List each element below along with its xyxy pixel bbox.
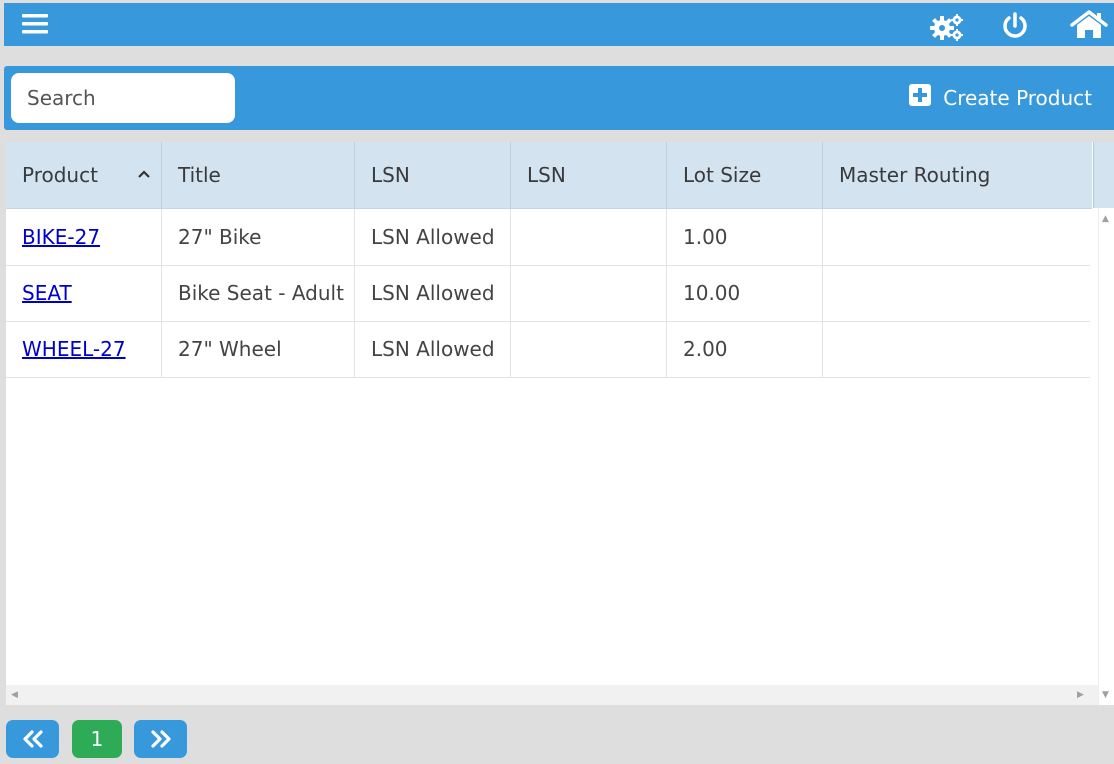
column-header-master-routing[interactable]: Master Routing: [823, 142, 1092, 208]
table-header: Product Title LSN LSN Lot Size Master Ro…: [6, 142, 1092, 209]
next-page-button[interactable]: [134, 720, 187, 758]
scroll-down-arrow-icon[interactable]: ▼: [1102, 690, 1109, 700]
scroll-right-arrow-icon[interactable]: ▶: [1077, 690, 1084, 700]
scroll-left-arrow-icon[interactable]: ◀: [11, 690, 18, 700]
product-cell: BIKE-27: [6, 209, 162, 265]
search-input[interactable]: [11, 73, 235, 123]
column-header-title[interactable]: Title: [162, 142, 355, 208]
master-routing-cell: [823, 265, 1090, 321]
column-header-product[interactable]: Product: [6, 142, 162, 208]
settings-icon[interactable]: [928, 12, 966, 42]
list-toolbar: Create Product: [4, 66, 1114, 130]
menu-icon[interactable]: [22, 13, 48, 35]
product-link[interactable]: SEAT: [22, 281, 72, 305]
product-link[interactable]: BIKE-27: [22, 225, 100, 249]
lsn-cell: LSN Allowed: [355, 209, 511, 265]
plus-square-icon: [909, 84, 932, 106]
products-table: Product Title LSN LSN Lot Size Master Ro…: [6, 142, 1114, 705]
column-header-lsn[interactable]: LSN: [355, 142, 511, 208]
top-navigation-bar: [4, 3, 1114, 46]
header-scrollbar-cap: [1093, 142, 1114, 208]
master-routing-cell: [823, 321, 1090, 377]
product-link[interactable]: WHEEL-27: [22, 337, 126, 361]
lsn-cell: LSN Allowed: [355, 265, 511, 321]
table-row: WHEEL-27 27" Wheel LSN Allowed 2.00: [6, 321, 1090, 378]
product-cell: SEAT: [6, 265, 162, 321]
lsn-2-cell: [511, 321, 667, 377]
master-routing-cell: [823, 209, 1090, 265]
scroll-up-arrow-icon[interactable]: ▲: [1102, 214, 1109, 224]
page-number-button[interactable]: 1: [72, 720, 122, 758]
lot-size-cell: 1.00: [667, 209, 823, 265]
power-icon[interactable]: [1000, 11, 1030, 41]
create-product-label: Create Product: [943, 86, 1092, 110]
home-icon[interactable]: [1070, 10, 1108, 40]
title-cell: 27" Wheel: [162, 321, 355, 377]
lsn-2-cell: [511, 209, 667, 265]
product-cell: WHEEL-27: [6, 321, 162, 377]
title-cell: 27" Bike: [162, 209, 355, 265]
lot-size-cell: 10.00: [667, 265, 823, 321]
lot-size-cell: 2.00: [667, 321, 823, 377]
previous-page-button[interactable]: [6, 720, 59, 758]
create-product-button[interactable]: Create Product: [909, 83, 1092, 113]
vertical-scrollbar[interactable]: ▲ ▼: [1098, 208, 1114, 705]
lsn-2-cell: [511, 265, 667, 321]
sort-ascending-icon: [138, 170, 150, 178]
column-header-lot-size[interactable]: Lot Size: [667, 142, 823, 208]
lsn-cell: LSN Allowed: [355, 321, 511, 377]
table-row: BIKE-27 27" Bike LSN Allowed 1.00: [6, 209, 1090, 266]
double-chevron-left-icon: [22, 730, 43, 748]
horizontal-scrollbar[interactable]: ◀ ▶: [6, 685, 1098, 705]
table-row: SEAT Bike Seat - Adult LSN Allowed 10.00: [6, 265, 1090, 322]
column-header-lsn-2[interactable]: LSN: [511, 142, 667, 208]
title-cell: Bike Seat - Adult: [162, 265, 355, 321]
double-chevron-right-icon: [150, 730, 171, 748]
